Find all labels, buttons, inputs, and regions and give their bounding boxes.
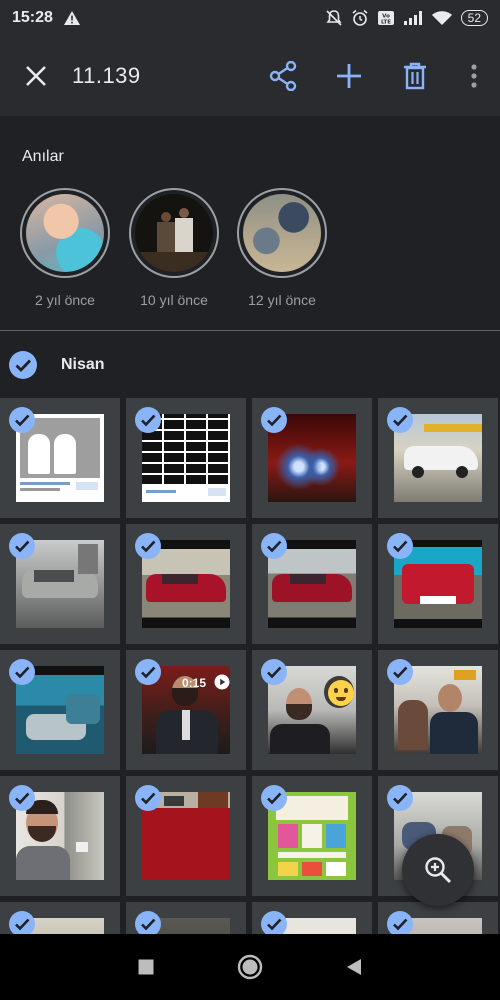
zoom-in-icon (425, 857, 452, 884)
grid-cell[interactable] (126, 524, 246, 644)
close-button[interactable] (0, 36, 72, 116)
recents-icon (138, 959, 154, 975)
grid-cell[interactable] (252, 776, 372, 896)
grid-cell[interactable] (126, 902, 246, 934)
grid-cell[interactable] (252, 902, 372, 934)
check-circle-icon[interactable] (386, 406, 414, 434)
alarm-icon (352, 9, 368, 26)
grid-cell[interactable] (126, 398, 246, 518)
check-circle-icon[interactable] (386, 910, 414, 934)
check-circle-icon[interactable] (8, 532, 36, 560)
back-icon (347, 959, 361, 975)
check-circle-icon[interactable] (134, 910, 162, 934)
grid-cell[interactable] (252, 524, 372, 644)
check-circle-icon[interactable] (134, 406, 162, 434)
grid-cell[interactable] (252, 398, 372, 518)
memory-thumbnail-group (243, 194, 321, 272)
check-circle-icon[interactable] (260, 784, 288, 812)
add-button[interactable] (316, 36, 382, 116)
check-circle-icon[interactable] (260, 658, 288, 686)
status-bar: 15:28 Vo LTE 52 (0, 0, 500, 36)
check-circle-icon[interactable] (386, 532, 414, 560)
volte-icon: VoLTE (377, 11, 394, 26)
memories-section: Anılar 2 yıl önce 10 yıl önce 12 yıl önc… (0, 116, 500, 330)
divider (0, 330, 500, 331)
check-circle-icon[interactable] (386, 784, 414, 812)
grid-cell[interactable]: 0:15 (126, 650, 246, 770)
home-icon (237, 954, 263, 980)
more-vert-icon (471, 64, 477, 88)
check-circle-icon[interactable] (8, 784, 36, 812)
warning-icon (63, 11, 80, 25)
grid-cell[interactable] (378, 902, 498, 934)
check-circle-icon[interactable] (134, 658, 162, 686)
grid-cell[interactable] (0, 398, 120, 518)
memory-thumbnail-baby (26, 194, 104, 272)
grid-cell[interactable] (378, 650, 498, 770)
selected-count: 11.139 (72, 63, 141, 88)
grid-cell[interactable] (0, 524, 120, 644)
svg-text:LTE: LTE (381, 20, 391, 26)
video-duration: 0:15 (182, 676, 207, 690)
more-options-button[interactable] (448, 36, 500, 116)
check-circle-icon[interactable] (8, 406, 36, 434)
section-title: Nisan (61, 356, 105, 373)
grid-cell[interactable] (0, 776, 120, 896)
zoom-button[interactable] (402, 834, 474, 906)
grid-cell[interactable] (378, 524, 498, 644)
grid-cell[interactable] (252, 650, 372, 770)
close-icon (26, 66, 46, 86)
share-button[interactable] (250, 36, 316, 116)
memory-item[interactable]: 12 yıl önce (237, 188, 327, 308)
memories-title: Anılar (22, 148, 64, 165)
status-time: 15:28 (12, 9, 53, 26)
grid-cell[interactable] (0, 650, 120, 770)
play-icon (214, 674, 230, 690)
battery-icon: 52 (460, 10, 488, 26)
delete-icon (404, 62, 426, 90)
signal-icon (403, 11, 422, 25)
section-header: Nisan (0, 340, 500, 390)
grid-cell[interactable] (0, 902, 120, 934)
grid-cell[interactable] (378, 398, 498, 518)
check-circle-icon[interactable] (8, 658, 36, 686)
check-circle-icon[interactable] (134, 784, 162, 812)
grid-cell[interactable] (126, 776, 246, 896)
check-circle-icon[interactable] (8, 910, 36, 934)
recents-button[interactable] (94, 934, 198, 1000)
share-icon (269, 61, 297, 91)
memory-item[interactable]: 2 yıl önce (20, 188, 110, 308)
check-circle-icon[interactable] (260, 532, 288, 560)
home-button[interactable] (198, 934, 302, 1000)
memory-item[interactable]: 10 yıl önce (129, 188, 219, 308)
back-button[interactable] (302, 934, 406, 1000)
mute-icon (326, 10, 342, 26)
wifi-icon (431, 11, 452, 25)
check-circle-icon[interactable] (260, 406, 288, 434)
check-circle-icon[interactable] (386, 658, 414, 686)
check-circle-icon[interactable] (134, 532, 162, 560)
delete-button[interactable] (382, 36, 448, 116)
check-circle-icon[interactable] (8, 350, 38, 380)
selection-toolbar: 11.139 (0, 36, 500, 116)
add-icon (337, 64, 361, 88)
system-navigation-bar (0, 934, 500, 1000)
memory-thumbnail-night (135, 194, 213, 272)
check-circle-icon[interactable] (260, 910, 288, 934)
memory-label: 12 yıl önce (248, 292, 316, 308)
